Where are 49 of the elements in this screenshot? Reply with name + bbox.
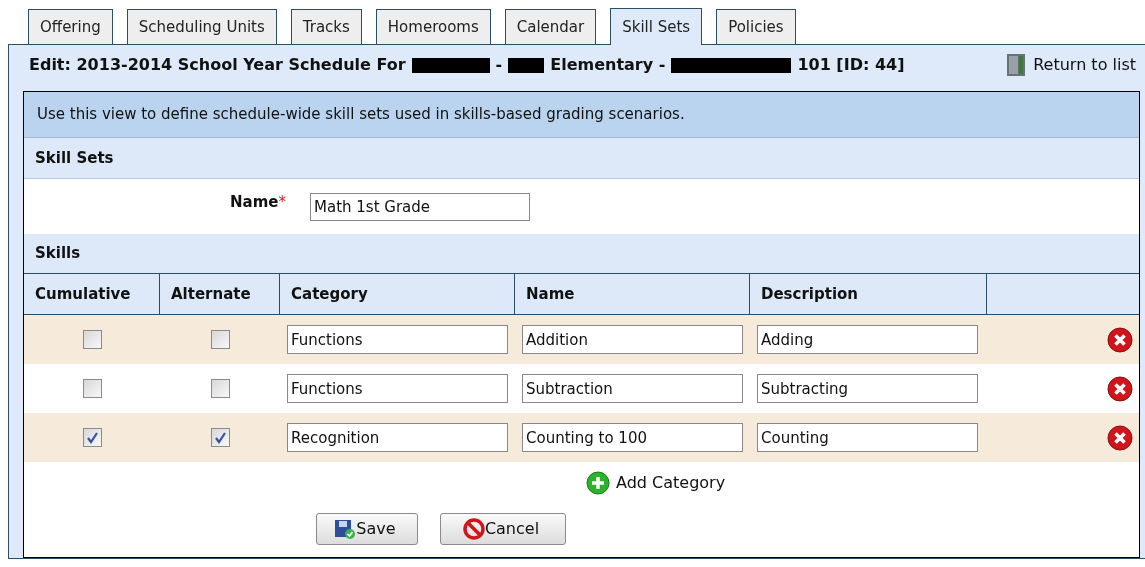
tab[interactable]: Skill Sets bbox=[610, 8, 703, 45]
text-field[interactable]: Functions bbox=[287, 325, 508, 354]
name-field[interactable]: Math 1st Grade bbox=[310, 193, 530, 221]
title-text: Elementary - bbox=[550, 54, 666, 76]
text-field[interactable]: Subtracting bbox=[757, 374, 978, 403]
checkbox[interactable] bbox=[82, 330, 102, 349]
add-icon[interactable] bbox=[586, 471, 610, 495]
action-button[interactable]: Cancel bbox=[440, 513, 566, 545]
checkbox[interactable] bbox=[82, 428, 102, 447]
tab[interactable]: Tracks bbox=[290, 9, 362, 44]
title-text: Edit: 2013-2014 School Year Schedule For bbox=[29, 54, 406, 76]
text-field[interactable]: Adding bbox=[757, 325, 978, 354]
text-field[interactable]: Addition bbox=[522, 325, 743, 354]
return-to-list-link[interactable]: Return to list bbox=[1033, 53, 1136, 77]
section-heading: Skill Sets bbox=[24, 138, 1139, 179]
checkbox[interactable] bbox=[210, 330, 230, 349]
tab[interactable]: Homerooms bbox=[375, 9, 491, 44]
redaction-bar bbox=[508, 57, 545, 73]
text-field[interactable]: Counting to 100 bbox=[522, 423, 743, 452]
delete-icon[interactable] bbox=[1107, 375, 1133, 402]
title-text: - bbox=[495, 54, 503, 76]
info-banner: Use this view to define schedule-wide skill sets used in skills-based grading scenarios. bbox=[24, 92, 1139, 138]
required-mark: * bbox=[278, 192, 286, 213]
delete-icon[interactable] bbox=[1107, 326, 1133, 353]
column-header: Name bbox=[515, 274, 750, 314]
door-icon bbox=[1005, 53, 1028, 77]
checkbox[interactable] bbox=[82, 379, 102, 398]
delete-icon[interactable] bbox=[1107, 424, 1133, 451]
tab[interactable]: Offering bbox=[28, 9, 113, 44]
column-header: Cumulative bbox=[24, 274, 160, 314]
column-header: Alternate bbox=[160, 274, 280, 314]
text-field[interactable]: Counting bbox=[757, 423, 978, 452]
column-header: Description bbox=[750, 274, 987, 314]
tab[interactable]: Scheduling Units bbox=[126, 9, 277, 44]
add-category-link[interactable]: Add Category bbox=[616, 471, 726, 495]
text-field[interactable]: Functions bbox=[287, 374, 508, 403]
save-icon bbox=[334, 518, 357, 540]
tab[interactable]: Policies bbox=[716, 9, 796, 44]
tab[interactable]: Calendar bbox=[504, 9, 597, 44]
section-heading: Skills bbox=[24, 234, 1139, 274]
checkbox[interactable] bbox=[210, 428, 230, 447]
column-header: Category bbox=[280, 274, 515, 314]
text-field[interactable]: Subtraction bbox=[522, 374, 743, 403]
field-label: Name bbox=[230, 192, 279, 213]
text-field[interactable]: Recognition bbox=[287, 423, 508, 452]
title-text: 101 [ID: 44] bbox=[797, 54, 905, 76]
checkbox[interactable] bbox=[210, 379, 230, 398]
action-button[interactable]: Save bbox=[316, 513, 418, 545]
cancel-icon bbox=[462, 518, 485, 540]
